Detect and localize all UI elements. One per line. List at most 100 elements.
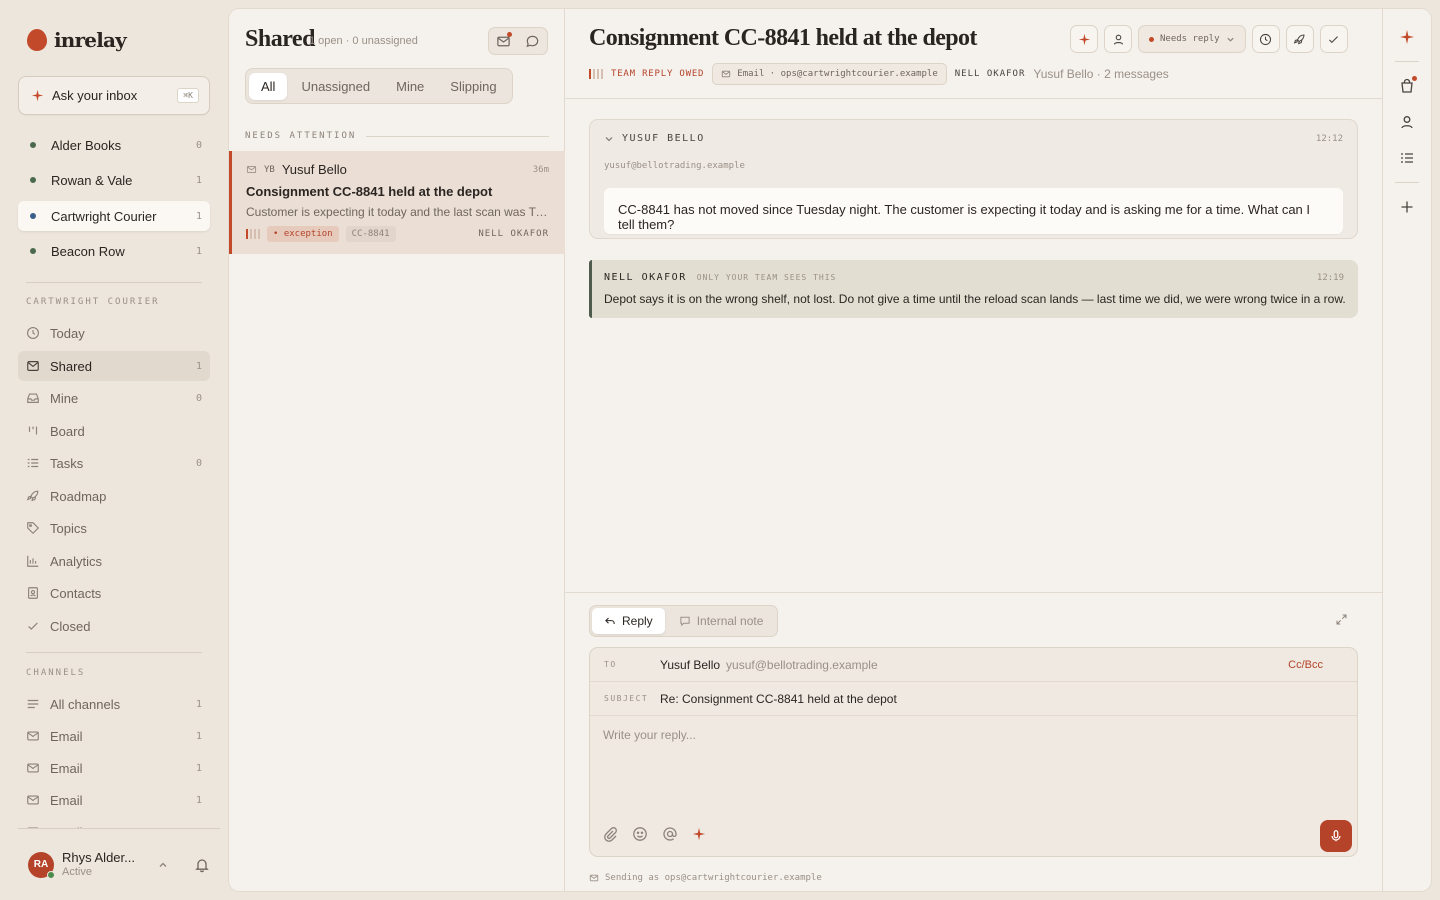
nav-item-tasks[interactable]: Tasks 0 (18, 448, 210, 478)
filter-tabs: All Unassigned Mine Slipping (245, 68, 513, 104)
nav-item-contacts[interactable]: Contacts (18, 578, 210, 608)
clock-icon (26, 326, 40, 340)
workspace-beacon-row[interactable]: Beacon Row 1 (18, 236, 210, 266)
avatar-initials: RA (33, 859, 49, 870)
urgency-bars-icon (246, 229, 260, 239)
expand-icon[interactable] (1335, 613, 1348, 626)
sending-as: Sending as ops@cartwrightcourier.example (589, 873, 822, 883)
conversation-age: 36m (532, 164, 549, 175)
channel-email[interactable]: Email 1 (18, 753, 210, 783)
ask-inbox-button[interactable]: Ask your inbox ⌘K (18, 76, 210, 115)
channel-email[interactable]: Email 1 (18, 785, 210, 815)
note-bubble-icon (679, 615, 691, 627)
message-time: 12:12 (1315, 133, 1343, 144)
to-label: TO (604, 660, 617, 669)
sparkle-icon[interactable] (1397, 27, 1417, 47)
mention-icon[interactable] (662, 826, 678, 842)
nav-label: Topics (50, 520, 87, 536)
nav-item-topics[interactable]: Topics (18, 513, 210, 543)
workspace-alder-books[interactable]: Alder Books 0 (18, 130, 210, 160)
tab-mine[interactable]: Mine (384, 73, 436, 100)
workspace-label: Cartwright Courier (51, 208, 157, 224)
exception-tag[interactable]: • exception (267, 226, 339, 242)
chevron-up-icon[interactable] (158, 860, 168, 870)
thread-owner: NELL OKAFOR (954, 69, 1026, 79)
assign-button[interactable] (1104, 25, 1132, 53)
tab-slipping[interactable]: Slipping (438, 73, 508, 100)
chevron-down-icon[interactable] (604, 134, 614, 144)
note-header: NELL OKAFOR ONLY YOUR TEAM SEES THIS 12:… (604, 272, 1344, 283)
avatar: RA (28, 851, 55, 879)
list-item[interactable]: YB Yusuf Bello 36m Consignment CC-8841 h… (229, 151, 565, 254)
status-dot-icon (1149, 36, 1154, 42)
to-row: TO Yusuf Bello yusuf@bellotrading.exampl… (590, 648, 1357, 682)
channel-label: Email (50, 760, 83, 776)
nav-item-closed[interactable]: Closed (18, 611, 210, 641)
thread-meta: TEAM REPLY OWED Email · ops@cartwrightco… (589, 63, 1169, 85)
section-label-workspace: CARTWRIGHT COURIER (26, 297, 202, 307)
nav-count: 0 (195, 457, 202, 469)
sender-name: Yusuf Bello (281, 162, 347, 177)
channel-badge[interactable]: Email · ops@cartwrightcourier.example (712, 63, 947, 85)
status-dropdown[interactable]: Needs reply (1138, 25, 1246, 53)
message-card: YUSUF BELLO 12:12 yusuf@bellotrading.exa… (589, 119, 1358, 239)
message-body: CC-8841 has not moved since Tuesday nigh… (604, 188, 1343, 234)
snooze-button[interactable] (1251, 25, 1280, 53)
nav-label: Closed (50, 618, 91, 634)
escalate-button[interactable] (1285, 25, 1314, 53)
close-conversation-button[interactable] (1319, 25, 1348, 53)
channel-email[interactable]: Email 1 (18, 721, 210, 751)
brand-logo[interactable]: inrelay (27, 28, 127, 52)
nav-item-shared[interactable]: Shared 1 (18, 351, 210, 381)
reply-body-input[interactable]: Write your reply... (603, 728, 696, 742)
cc-bcc-button[interactable]: Cc/Bcc (1288, 659, 1323, 671)
channel-all[interactable]: All channels 1 (18, 689, 210, 719)
paperclip-icon[interactable] (602, 826, 618, 842)
nav-item-today[interactable]: Today (18, 318, 210, 348)
notification-dot (1412, 76, 1417, 81)
recipient-name[interactable]: Yusuf Bello (660, 658, 720, 672)
divider (26, 282, 202, 283)
bell-icon[interactable] (194, 857, 210, 873)
tab-reply[interactable]: Reply (592, 608, 665, 634)
workspace-rowan-vale[interactable]: Rowan & Vale 1 (18, 165, 210, 195)
divider (26, 652, 202, 653)
shopping-bag-icon[interactable] (1397, 76, 1417, 96)
reference-tag[interactable]: CC-8841 (345, 226, 396, 242)
tab-all[interactable]: All (249, 72, 288, 100)
chat-bubble-icon[interactable] (520, 30, 546, 52)
sparkle-icon[interactable] (692, 827, 706, 841)
ai-assist-button[interactable] (1070, 25, 1098, 53)
nav-label: Shared (50, 358, 92, 374)
channel-label: Email (50, 792, 83, 808)
user-menu[interactable]: RA Rhys Alder... Active (18, 828, 220, 900)
plus-icon[interactable] (1397, 197, 1417, 217)
tab-unassigned[interactable]: Unassigned (289, 73, 382, 100)
tab-internal-note[interactable]: Internal note (667, 608, 776, 634)
channel-badge-label: Email · ops@cartwrightcourier.example (737, 69, 938, 79)
recipient-email: yusuf@bellotrading.example (726, 657, 878, 672)
nav-item-analytics[interactable]: Analytics (18, 546, 210, 576)
compose-mail-icon[interactable] (491, 30, 517, 52)
workspace-cartwright-courier[interactable]: Cartwright Courier 1 (18, 201, 210, 231)
voice-input-button[interactable] (1320, 820, 1352, 852)
nav-item-mine[interactable]: Mine 0 (18, 383, 210, 413)
nav-item-roadmap[interactable]: Roadmap (18, 481, 210, 511)
subject-field[interactable]: Re: Consignment CC-8841 held at the depo… (660, 692, 897, 706)
workspace-count: 0 (195, 139, 202, 151)
main-card: Shared 1 open · 0 unassigned All Unassig… (229, 9, 1431, 891)
nav-item-board[interactable]: Board (18, 416, 210, 446)
thread-title: Consignment CC-8841 held at the depot (589, 25, 977, 51)
subject-label: SUBJECT (604, 694, 649, 703)
list-icon (26, 697, 40, 711)
channel-count: 1 (195, 698, 202, 710)
tasks-icon[interactable] (1397, 148, 1417, 168)
emoji-icon[interactable] (632, 826, 648, 842)
sending-as-label: Sending as ops@cartwrightcourier.example (605, 873, 822, 883)
user-icon[interactable] (1397, 112, 1417, 132)
status-label: Needs reply (1160, 34, 1220, 44)
channel-count: 1 (195, 730, 202, 742)
nav-label: Today (50, 325, 85, 341)
check-icon (26, 619, 40, 633)
nav-label: Tasks (50, 455, 84, 471)
